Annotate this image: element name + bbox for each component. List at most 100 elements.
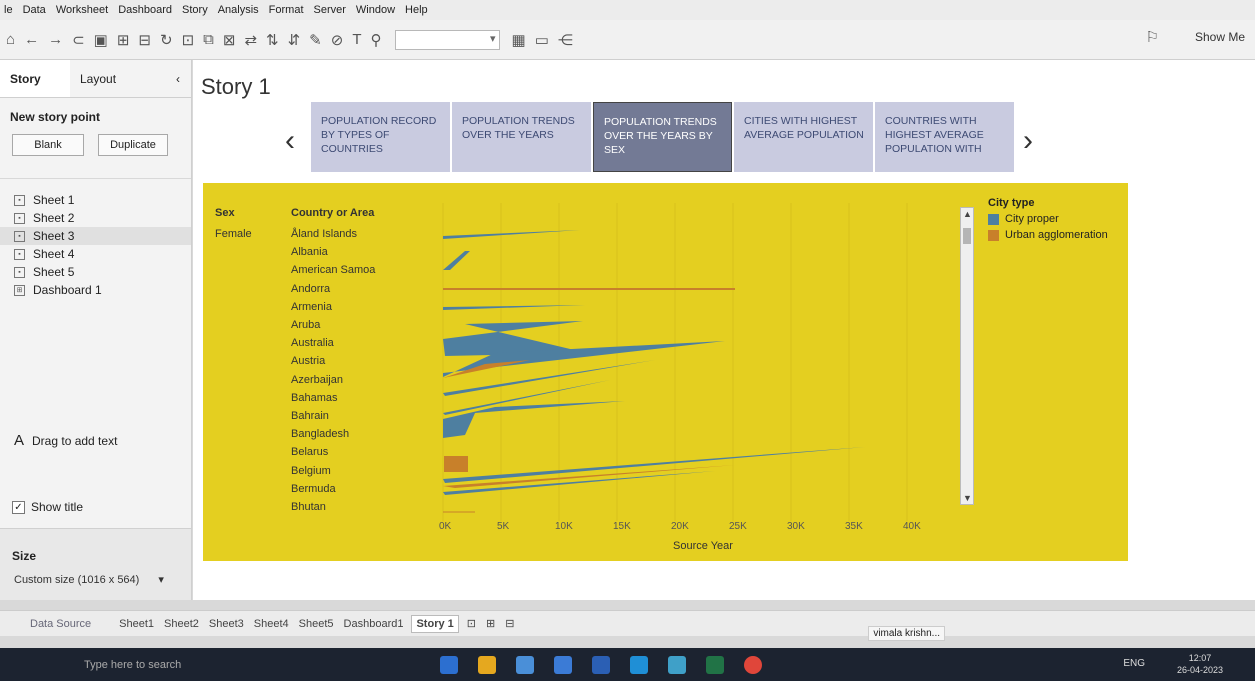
sheet-tab[interactable]: Dashboard1 [342,618,406,630]
group-icon[interactable]: ⊘ [331,31,344,49]
mail-icon[interactable] [516,656,534,674]
menu-format[interactable]: Format [269,4,304,16]
sheet-item[interactable]: ▪ Sheet 4 [0,245,191,263]
tab-layout[interactable]: Layout [70,60,140,97]
vertical-scrollbar[interactable]: ▲ ▼ [960,207,974,505]
new-datasource-icon[interactable]: ⊞ [117,31,130,49]
clock-date: 26-04-2023 [1176,665,1223,675]
taskbar-search[interactable]: Type here to search [84,659,181,671]
area-mark [443,471,715,495]
x-tick-label: 40K [903,521,921,532]
clock[interactable]: 12:07 26-04-2023 [1177,652,1223,676]
data-source-tab[interactable]: Data Source [28,618,93,630]
duplicate-sheet-icon[interactable]: ⧉ [203,31,214,48]
scroll-thumb[interactable] [963,228,971,244]
store-icon[interactable] [554,656,572,674]
area-mark [444,456,468,472]
tableau-icon[interactable] [668,656,686,674]
checkbox-icon[interactable]: ✓ [12,500,25,514]
menu-help[interactable]: Help [405,4,428,16]
menu-worksheet[interactable]: Worksheet [56,4,108,16]
size-dropdown[interactable]: Custom size (1016 x 564) [0,563,191,586]
sheet-item[interactable]: ▪ Sheet 3 [0,227,191,245]
scroll-up-icon[interactable]: ▲ [963,209,972,219]
folder-icon[interactable] [478,656,496,674]
duplicate-button[interactable]: Duplicate [98,134,168,156]
menu-data[interactable]: Data [23,4,46,16]
sheet-item[interactable]: ▪ Sheet 1 [0,191,191,209]
prev-story-point-icon[interactable]: ‹ [285,124,295,158]
sheet-tab[interactable]: Sheet1 [117,618,156,630]
sheet-tab[interactable]: Sheet2 [162,618,201,630]
drag-to-add-text[interactable]: A Drag to add text [14,432,117,449]
sheet-item-label: Sheet 5 [33,265,75,279]
pin-axes-icon[interactable]: ⚲ [371,31,382,49]
refresh-icon[interactable]: ↻ [160,31,173,49]
area-chart [442,203,908,521]
collapse-pane-icon[interactable]: ‹ [140,60,190,97]
menu-story[interactable]: Story [182,4,208,16]
new-dashboard-tab-icon[interactable]: ⊞ [484,617,497,630]
story-point[interactable]: POPULATION RECORD BY TYPES OF COUNTRIES [311,102,450,172]
share-icon[interactable]: ⋲ [558,31,573,49]
country-label: American Samoa [291,264,376,277]
story-point[interactable]: CITIES WITH HIGHEST AVERAGE POPULATION [734,102,873,172]
sheet-item[interactable]: ▪ Sheet 5 [0,263,191,281]
sheet-item-label: Sheet 3 [33,229,75,243]
menu-analysis[interactable]: Analysis [218,4,259,16]
pane-tabs: Story Layout ‹ [0,60,191,98]
story-point[interactable]: COUNTRIES WITH HIGHEST AVERAGE POPULATIO… [875,102,1014,172]
presentation-icon[interactable]: ▭ [535,31,549,49]
pin-icon[interactable]: ⚐ [1146,28,1159,46]
home-icon[interactable]: ⌂ [6,31,15,48]
menu-file[interactable]: le [4,4,13,16]
menu-server[interactable]: Server [314,4,346,16]
sheet-item[interactable]: ⊞ Dashboard 1 [0,281,191,299]
forward-icon[interactable]: → [48,31,63,48]
country-label: Andorra [291,282,331,295]
user-menu[interactable]: vimala krishn... [868,626,945,641]
data-source-icon[interactable]: ⊂ [72,31,85,49]
story-point[interactable]: POPULATION TRENDS OVER THE YEARS [452,102,591,172]
menu-dashboard[interactable]: Dashboard [118,4,172,16]
story-point-current[interactable]: POPULATION TRENDS OVER THE YEARS BY SEX [593,102,732,172]
back-icon[interactable]: ← [24,31,39,48]
lang-indicator[interactable]: ENG [1123,658,1145,669]
highlight-icon[interactable]: ✎ [309,31,322,49]
sort-asc-icon[interactable]: ⇅ [266,31,279,49]
legend-item[interactable]: Urban agglomeration [988,229,1108,241]
chrome-icon[interactable] [744,656,762,674]
save-icon[interactable]: ▣ [94,31,108,49]
blank-button[interactable]: Blank [12,134,84,156]
sheet-tab[interactable]: Sheet4 [252,618,291,630]
scroll-down-icon[interactable]: ▼ [963,493,972,503]
excel-icon[interactable] [706,656,724,674]
sheet-tab[interactable]: Sheet3 [207,618,246,630]
label-icon[interactable]: T [352,31,361,48]
fit-dropdown[interactable] [394,29,500,50]
pause-updates-icon[interactable]: ⊟ [138,31,151,49]
show-me-button[interactable]: Show Me [1195,30,1245,44]
new-story-tab-icon[interactable]: ⊟ [503,617,516,630]
country-label: Bahamas [291,391,338,404]
edge-icon[interactable] [630,656,648,674]
new-worksheet-tab-icon[interactable]: ⊡ [465,617,478,630]
clear-sheet-icon[interactable]: ⊠ [223,31,236,49]
drag-text-label: Drag to add text [32,434,118,448]
legend-item[interactable]: City proper [988,213,1108,225]
new-worksheet-icon[interactable]: ⊡ [182,31,195,49]
next-story-point-icon[interactable]: › [1023,124,1033,158]
story-tab-active[interactable]: Story 1 [411,614,459,633]
x-tick-label: 30K [787,521,805,532]
sort-desc-icon[interactable]: ⇵ [288,31,301,49]
swap-icon[interactable]: ⇄ [244,31,257,49]
show-title-toggle[interactable]: ✓ Show title [12,500,83,514]
taskbar-app-icon[interactable] [440,656,458,674]
sheet-item[interactable]: ▪ Sheet 2 [0,209,191,227]
tab-story[interactable]: Story [0,60,70,97]
card-icon[interactable]: ▦ [512,31,526,49]
menu-window[interactable]: Window [356,4,395,16]
sheet-tab[interactable]: Sheet5 [297,618,336,630]
word-icon[interactable] [592,656,610,674]
country-label: Bermuda [291,482,336,495]
